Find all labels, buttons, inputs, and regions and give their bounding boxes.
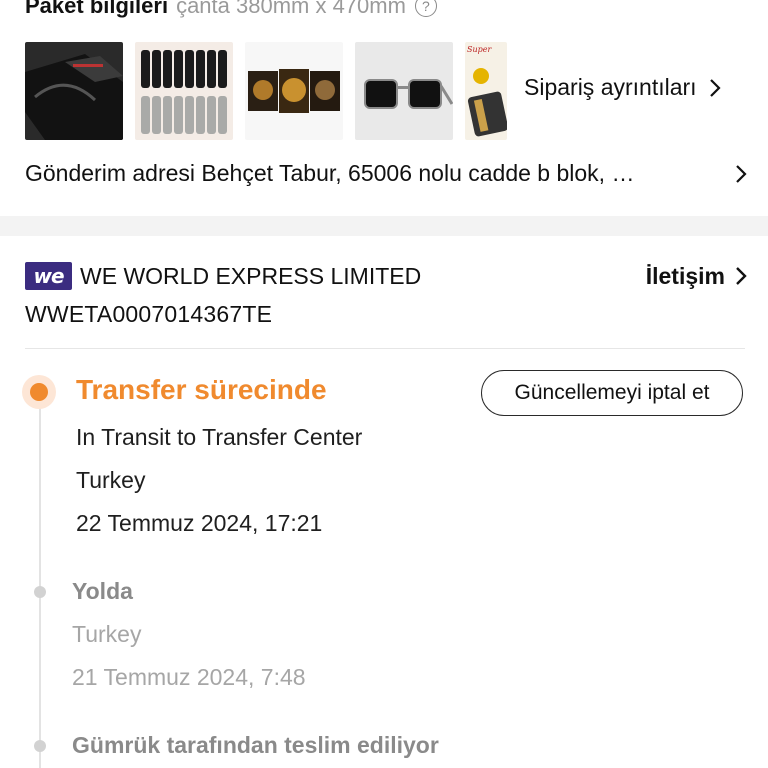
event-status: Gümrük tarafından teslim ediliyor xyxy=(72,732,439,758)
timeline-line xyxy=(39,400,41,768)
divider xyxy=(25,348,745,349)
timeline-dot xyxy=(34,740,46,752)
shipping-address-text: Gönderim adresi Behçet Tabur, 65006 nolu… xyxy=(25,160,635,186)
carrier-logo: we xyxy=(25,262,72,290)
product-thumbnail-bag[interactable] xyxy=(25,42,123,140)
shipping-address-row[interactable]: Gönderim adresi Behçet Tabur, 65006 nolu… xyxy=(25,160,747,187)
package-size: çanta 380mm x 470mm xyxy=(176,0,406,18)
order-details-label: Sipariş ayrıntıları xyxy=(524,74,697,100)
event-time: 21 Temmuz 2024, 7:48 xyxy=(72,664,306,690)
timeline-dot-active xyxy=(22,375,56,409)
contact-link[interactable]: İletişim xyxy=(646,263,747,290)
product-thumbnail-wall-art[interactable] xyxy=(245,42,343,140)
carrier-row: we WE WORLD EXPRESS LIMITED İletişim xyxy=(25,262,747,290)
package-info-header: Paket bilgileri çanta 380mm x 470mm ? xyxy=(25,0,437,22)
chevron-right-icon xyxy=(709,78,721,97)
event-time: 22 Temmuz 2024, 17:21 xyxy=(76,510,323,536)
chevron-right-icon xyxy=(736,267,747,285)
timeline-dot xyxy=(34,586,46,598)
question-circle-icon[interactable]: ? xyxy=(414,0,437,17)
event-detail: In Transit to Transfer Center xyxy=(76,424,363,450)
product-thumbnails[interactable]: Super xyxy=(25,42,507,140)
event-location: Turkey xyxy=(76,467,146,493)
product-thumbnail-sunglasses[interactable] xyxy=(355,42,453,140)
tracking-number[interactable]: WWETA0007014367TE xyxy=(25,301,272,328)
section-separator xyxy=(0,216,768,236)
svg-text:Super: Super xyxy=(467,45,492,54)
chevron-right-icon xyxy=(736,164,747,183)
event-status: Yolda xyxy=(72,578,133,604)
package-info-title: Paket bilgileri xyxy=(25,0,169,18)
event-status-active: Transfer sürecinde xyxy=(76,374,327,405)
carrier-info: we WE WORLD EXPRESS LIMITED xyxy=(25,262,421,290)
cancel-updates-button[interactable]: Güncellemeyi iptal et xyxy=(481,370,743,416)
order-details-link[interactable]: Sipariş ayrıntıları xyxy=(524,74,721,101)
event-location: Turkey xyxy=(72,621,142,647)
carrier-name: WE WORLD EXPRESS LIMITED xyxy=(80,262,422,289)
product-thumbnail-partial[interactable]: Super xyxy=(465,42,507,140)
product-thumbnail-socks[interactable] xyxy=(135,42,233,140)
contact-label: İletişim xyxy=(645,262,725,289)
